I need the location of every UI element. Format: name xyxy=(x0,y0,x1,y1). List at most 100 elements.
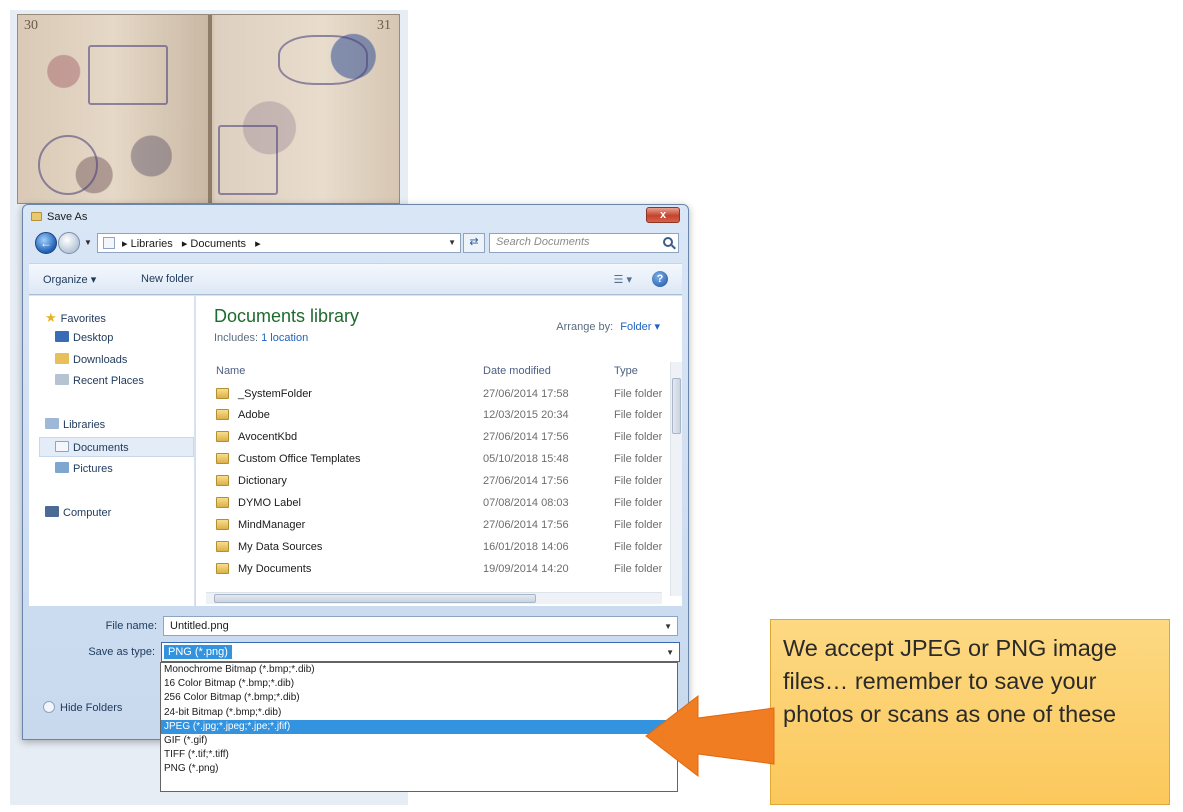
forward-button[interactable] xyxy=(58,232,80,254)
file-row[interactable]: _SystemFolder 27/06/2014 17:58 File folder xyxy=(216,384,666,404)
file-type-option[interactable]: 256 Color Bitmap (*.bmp;*.dib) xyxy=(161,691,677,705)
computer-icon xyxy=(45,506,59,517)
save-as-dialog: Save As x ← ▼ ▸ Libraries ▸ Documents ▸ … xyxy=(22,204,689,740)
file-type-option[interactable]: TIFF (*.tif;*.tiff) xyxy=(161,748,677,762)
nav-downloads[interactable]: Downloads xyxy=(55,353,127,366)
passport-stamp xyxy=(88,45,168,105)
chevron-down-icon[interactable]: ▼ xyxy=(666,648,674,657)
file-date: 27/06/2014 17:56 xyxy=(483,431,569,443)
recent-places-icon xyxy=(55,374,69,385)
breadcrumb-documents[interactable]: ▸ Documents xyxy=(182,238,246,250)
file-type-option[interactable]: GIF (*.gif) xyxy=(161,734,677,748)
file-date: 27/06/2014 17:56 xyxy=(483,475,569,487)
file-type: File folder xyxy=(614,563,662,575)
file-row[interactable]: DYMO Label 07/08/2014 08:03 File folder xyxy=(216,493,666,513)
callout-note: We accept JPEG or PNG image files… remem… xyxy=(770,619,1170,805)
search-input[interactable] xyxy=(496,236,646,248)
file-row[interactable]: AvocentKbd 27/06/2014 17:56 File folder xyxy=(216,427,666,447)
column-header-date[interactable]: Date modified xyxy=(483,365,551,377)
search-box[interactable] xyxy=(489,233,679,253)
close-button[interactable]: x xyxy=(646,207,680,223)
address-bar[interactable]: ▸ Libraries ▸ Documents ▸ ▼ xyxy=(97,233,461,253)
callout-text: We accept JPEG or PNG image files… remem… xyxy=(783,635,1117,727)
save-as-type-value: PNG (*.png) xyxy=(164,645,232,659)
includes-locations-link[interactable]: 1 location xyxy=(261,332,308,344)
new-folder-button[interactable]: New folder xyxy=(141,273,194,285)
navigation-pane: ★ Favorites Desktop Downloads Recent Plac… xyxy=(29,296,195,606)
refresh-button[interactable]: ⇄ xyxy=(463,233,485,253)
chevron-down-icon[interactable]: ▼ xyxy=(448,238,456,247)
desktop-icon xyxy=(55,331,69,342)
file-type: File folder xyxy=(614,519,662,531)
column-header-type[interactable]: Type xyxy=(614,365,638,377)
file-name-label: File name: xyxy=(105,620,157,632)
hide-folders-button[interactable]: Hide Folders xyxy=(43,701,122,714)
nav-favorites[interactable]: ★ Favorites xyxy=(45,310,106,325)
nav-recent-places[interactable]: Recent Places xyxy=(55,374,144,387)
file-type-option[interactable]: Monochrome Bitmap (*.bmp;*.dib) xyxy=(161,663,677,677)
save-as-type-label: Save as type: xyxy=(88,646,155,658)
views-icon[interactable]: ☰ ▾ xyxy=(614,273,632,286)
file-row[interactable]: My Data Sources 16/01/2018 14:06 File fold… xyxy=(216,537,666,557)
column-header-name[interactable]: Name xyxy=(216,365,245,377)
nav-desktop[interactable]: Desktop xyxy=(55,331,113,344)
file-name-field[interactable]: Untitled.png ▼ xyxy=(163,616,678,636)
search-icon[interactable] xyxy=(663,237,673,247)
passport-stamp xyxy=(218,125,278,195)
file-date: 19/09/2014 14:20 xyxy=(483,563,569,575)
passport-stamp xyxy=(38,135,98,195)
breadcrumb: ▸ Libraries ▸ Documents ▸ xyxy=(122,237,267,250)
folder-icon xyxy=(216,475,229,486)
recent-pages-dropdown[interactable]: ▼ xyxy=(84,238,92,247)
star-icon: ★ xyxy=(45,310,57,325)
organize-button[interactable]: Organize ▾ xyxy=(43,273,96,286)
nav-documents[interactable]: Documents xyxy=(39,437,194,457)
back-button[interactable]: ← xyxy=(35,232,57,254)
file-type-option[interactable]: PNG (*.png) xyxy=(161,762,677,776)
file-name: Adobe xyxy=(238,409,270,421)
file-row[interactable]: My Documents 19/09/2014 14:20 File folder xyxy=(216,559,666,579)
vertical-scrollbar[interactable] xyxy=(670,362,682,596)
chevron-down-icon[interactable]: ▼ xyxy=(664,622,672,631)
documents-icon xyxy=(55,441,69,452)
breadcrumb-chevron[interactable]: ▸ xyxy=(255,238,261,250)
save-as-type-select[interactable]: PNG (*.png) ▼ xyxy=(161,642,680,662)
file-row[interactable]: MindManager 27/06/2014 17:56 File folder xyxy=(216,515,666,535)
help-icon[interactable]: ? xyxy=(652,271,668,287)
passport-stamp xyxy=(278,35,368,85)
file-type-option[interactable]: JPEG (*.jpg;*.jpeg;*.jpe;*.jfif) xyxy=(161,719,677,734)
file-type-option[interactable]: 24-bit Bitmap (*.bmp;*.dib) xyxy=(161,706,677,720)
passport-scan-image: 30 31 xyxy=(17,14,400,204)
scrollbar-thumb[interactable] xyxy=(672,378,681,434)
library-icon xyxy=(103,237,115,249)
file-type: File folder xyxy=(614,388,662,400)
folder-icon xyxy=(216,563,229,574)
passport-page-number-right: 31 xyxy=(377,18,391,33)
folder-icon xyxy=(216,519,229,530)
breadcrumb-libraries[interactable]: ▸ Libraries xyxy=(122,238,173,250)
callout-arrow xyxy=(645,694,775,778)
file-row[interactable]: Dictionary 27/06/2014 17:56 File folder xyxy=(216,471,666,491)
file-row[interactable]: Adobe 12/03/2015 20:34 File folder xyxy=(216,405,666,425)
file-type: File folder xyxy=(614,475,662,487)
file-name: Dictionary xyxy=(238,475,287,487)
arrange-by: Arrange by: Folder ▾ xyxy=(556,321,660,333)
nav-computer[interactable]: Computer xyxy=(45,506,111,519)
nav-pictures[interactable]: Pictures xyxy=(55,462,113,475)
dialog-title: Save As xyxy=(47,211,88,223)
arrange-by-dropdown[interactable]: Folder ▾ xyxy=(620,321,660,333)
horizontal-scrollbar[interactable] xyxy=(206,592,662,604)
file-row[interactable]: Custom Office Templates 05/10/2018 15:48 F… xyxy=(216,449,666,469)
scrollbar-thumb[interactable] xyxy=(214,594,536,603)
downloads-icon xyxy=(55,353,69,364)
dialog-titlebar[interactable]: Save As x xyxy=(23,205,688,229)
nav-libraries[interactable]: Libraries xyxy=(45,418,105,431)
file-name: My Data Sources xyxy=(238,541,323,553)
folder-icon xyxy=(216,541,229,552)
file-list-pane: Documents library Includes: 1 location A… xyxy=(196,296,682,606)
folder-icon xyxy=(216,409,229,420)
file-name: _SystemFolder xyxy=(238,388,312,400)
file-type-option[interactable]: 16 Color Bitmap (*.bmp;*.dib) xyxy=(161,677,677,691)
file-date: 27/06/2014 17:58 xyxy=(483,388,569,400)
file-type: File folder xyxy=(614,497,662,509)
